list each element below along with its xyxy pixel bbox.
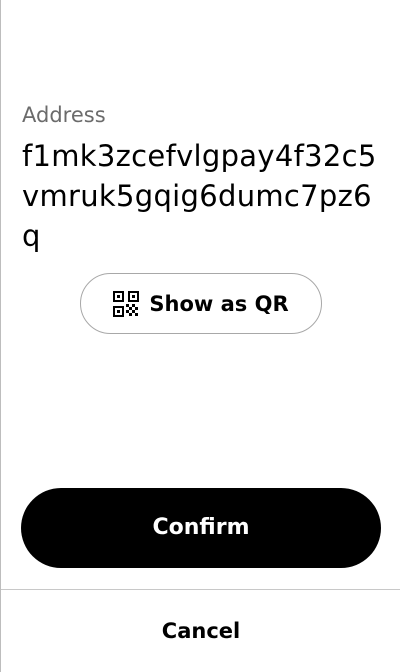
cancel-button[interactable]: Cancel — [1, 590, 400, 672]
confirm-button-label: Confirm — [152, 515, 250, 540]
address-value: f1mk3zcefvlgpay4f32c5vmruk5gqig6dumc7pz6… — [22, 139, 377, 253]
show-as-qr-label: Show as QR — [149, 291, 289, 316]
confirm-button[interactable]: Confirm — [21, 488, 381, 568]
address-confirmation-screen: Address f1mk3zcefvlgpay4f32c5vmruk5gqig6… — [0, 0, 400, 672]
address-label: Address — [22, 103, 106, 127]
qr-code-icon — [113, 290, 140, 317]
show-as-qr-button[interactable]: Show as QR — [80, 273, 322, 334]
cancel-button-label: Cancel — [161, 619, 241, 643]
